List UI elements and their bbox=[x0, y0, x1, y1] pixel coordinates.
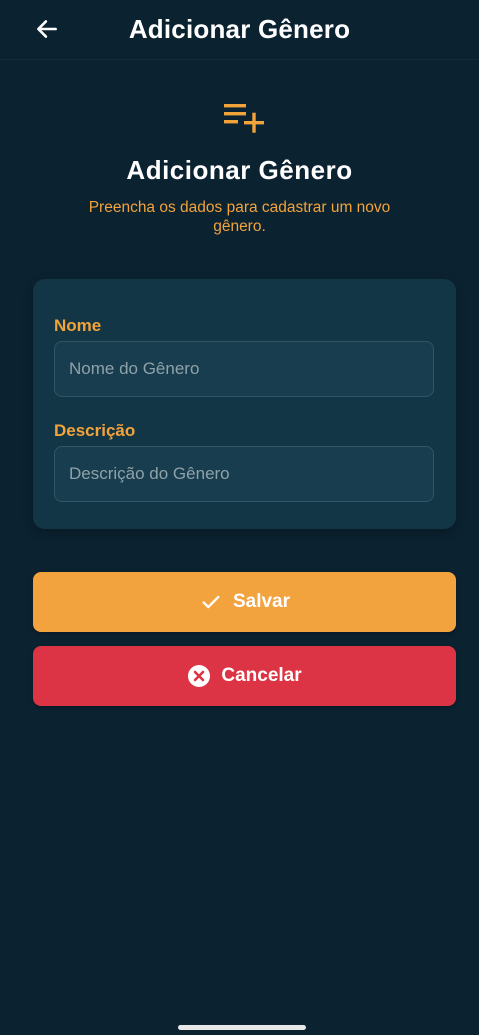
close-circle-icon bbox=[187, 664, 211, 688]
cancel-label: Cancelar bbox=[221, 665, 302, 686]
save-label: Salvar bbox=[232, 591, 291, 612]
page-subtitle: Preencha os dados para cadastrar um novo… bbox=[88, 199, 391, 235]
name-label: Nome bbox=[54, 316, 102, 335]
name-input[interactable] bbox=[54, 341, 434, 397]
description-input[interactable] bbox=[54, 446, 434, 502]
form-card: Nome Descrição bbox=[33, 279, 456, 529]
playlist-add-icon bbox=[224, 104, 264, 133]
page-title: Adicionar Gênero bbox=[126, 155, 353, 185]
app-bar: Adicionar Gênero bbox=[0, 0, 479, 60]
app-bar-title: Adicionar Gênero bbox=[128, 14, 351, 44]
home-indicator[interactable] bbox=[178, 1025, 306, 1030]
cancel-button[interactable]: Cancelar bbox=[33, 646, 456, 706]
check-icon bbox=[199, 590, 223, 614]
description-label: Descrição bbox=[54, 421, 136, 440]
save-button[interactable]: Salvar bbox=[33, 572, 456, 632]
